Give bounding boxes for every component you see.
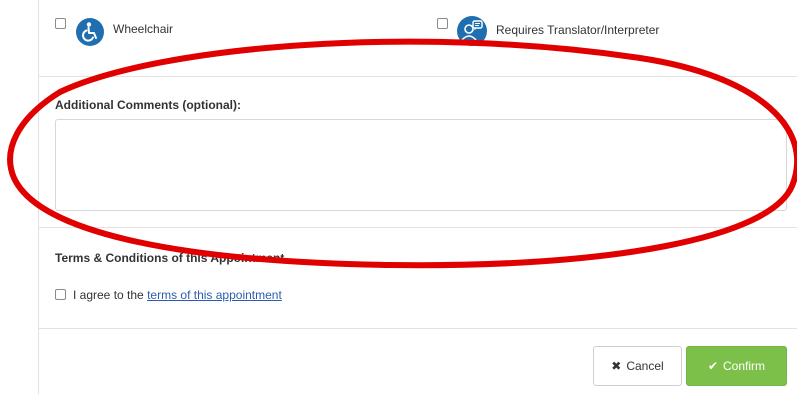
section-divider	[38, 227, 797, 228]
interpreter-label: Requires Translator/Interpreter	[496, 23, 660, 37]
checkmark-icon: ✔	[707, 359, 719, 373]
interpreter-icon	[457, 16, 487, 46]
section-divider	[38, 76, 797, 77]
confirm-label: Confirm	[723, 359, 766, 373]
terms-agree-checkbox[interactable]	[55, 289, 66, 300]
wheelchair-icon	[76, 18, 104, 46]
confirm-button[interactable]: ✔ Confirm	[686, 346, 787, 386]
terms-agree-text: I agree to the terms of this appointment	[73, 288, 282, 302]
terms-link[interactable]: terms of this appointment	[147, 288, 282, 302]
terms-heading: Terms & Conditions of this Appointment	[55, 251, 285, 265]
wheelchair-label: Wheelchair	[113, 22, 174, 36]
form-left-border	[38, 0, 39, 394]
appointment-form: Wheelchair Requires Translator/Interpret…	[0, 0, 797, 394]
comments-label: Additional Comments (optional):	[55, 98, 241, 112]
interpreter-checkbox[interactable]	[437, 18, 448, 29]
comments-textarea[interactable]	[55, 119, 787, 211]
wheelchair-checkbox[interactable]	[55, 18, 66, 29]
close-icon: ✖	[611, 359, 622, 373]
section-divider	[38, 328, 797, 329]
terms-agree-prefix: I agree to the	[73, 288, 144, 302]
cancel-button[interactable]: ✖ Cancel	[593, 346, 682, 386]
cancel-label: Cancel	[626, 359, 664, 373]
